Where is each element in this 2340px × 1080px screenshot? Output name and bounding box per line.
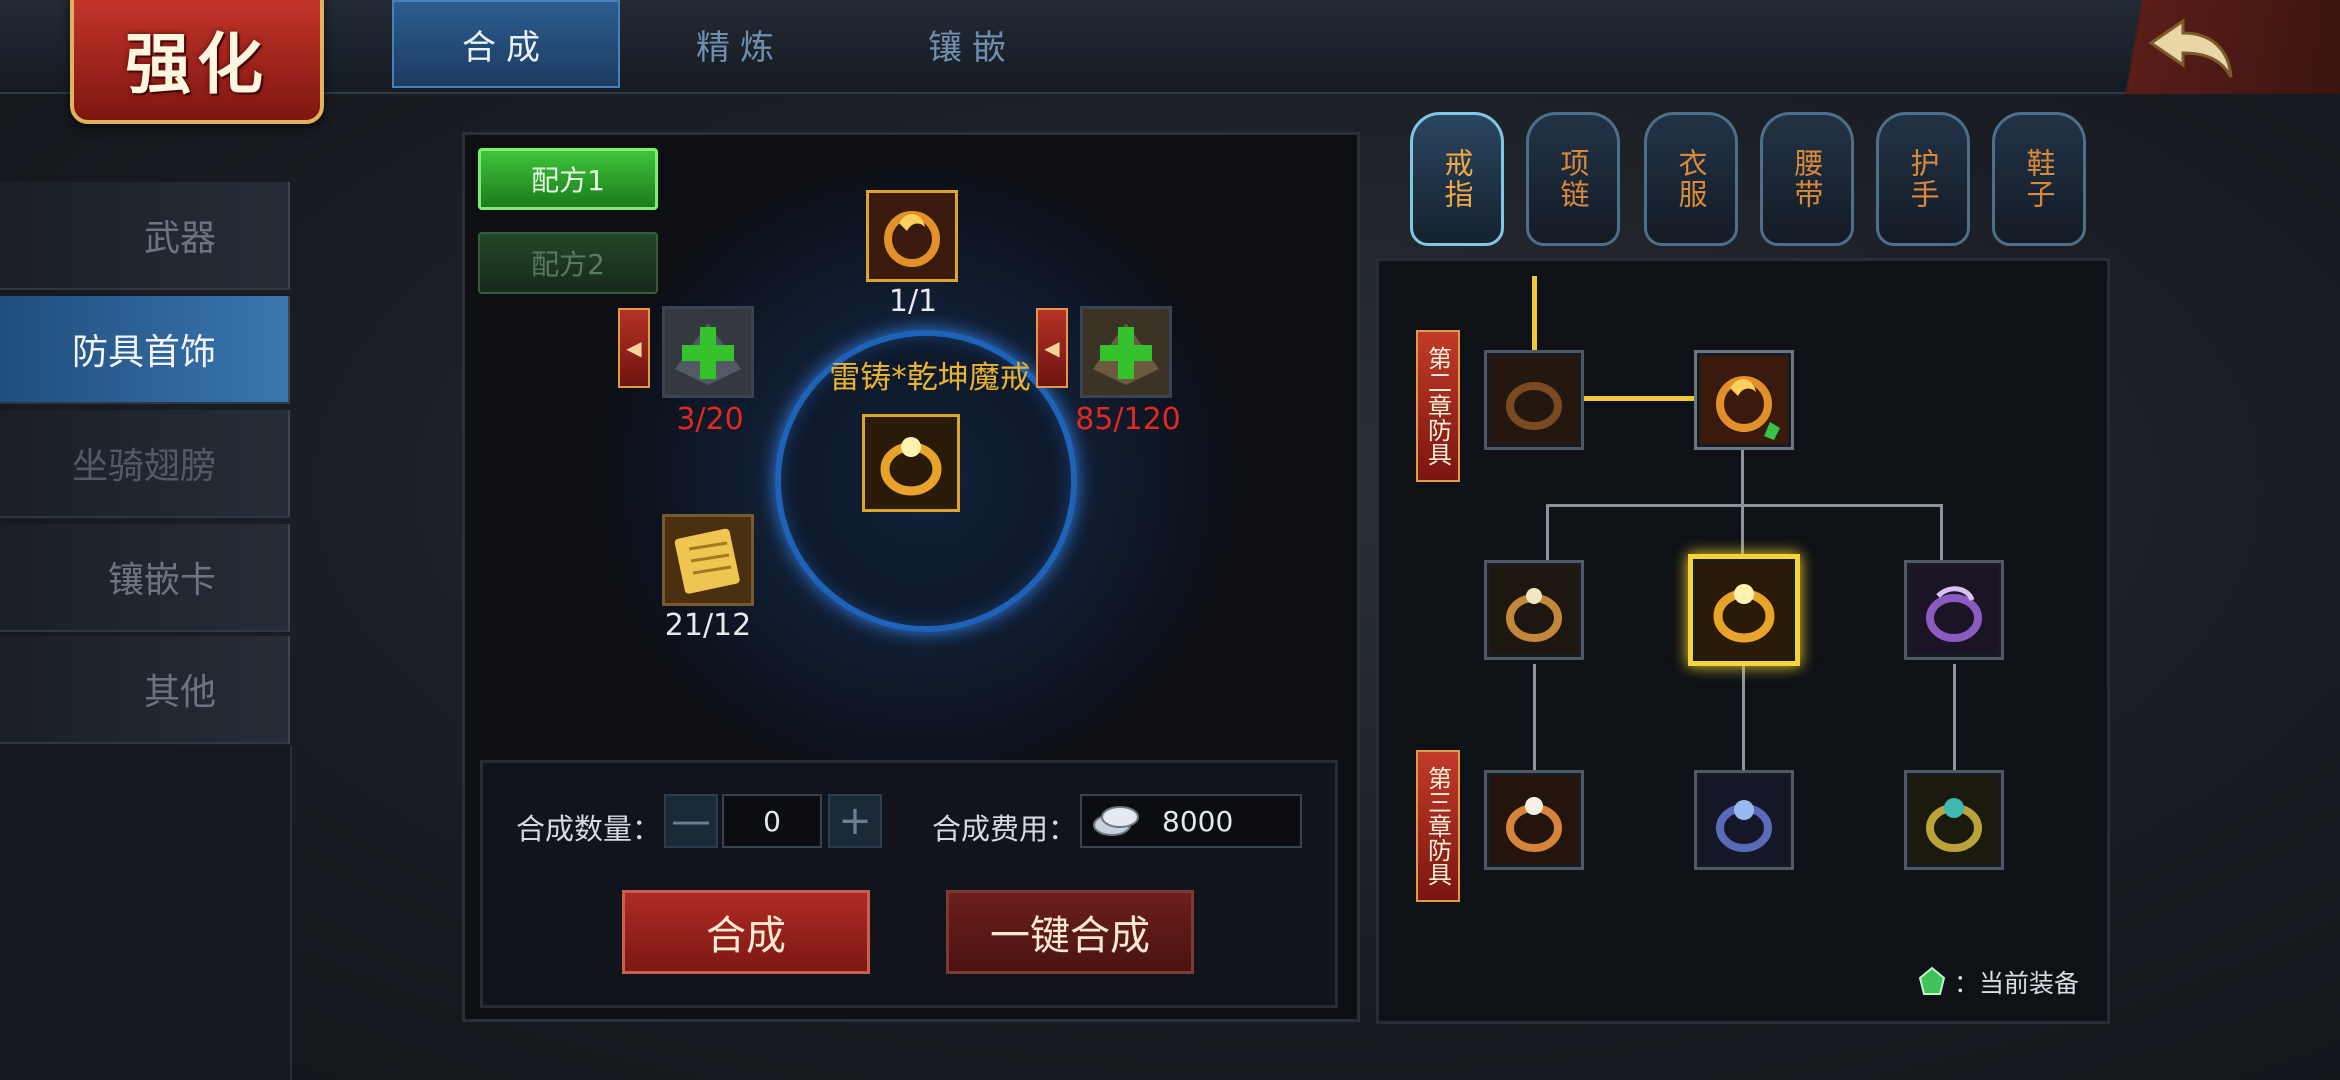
sidebar-item-mount-wings[interactable]: 坐骑翅膀 (0, 410, 290, 518)
jewel-ring-icon (1490, 776, 1578, 864)
synthesize-label: 合成 (706, 913, 786, 959)
tree-connector (1742, 664, 1745, 770)
scroll-icon (665, 517, 751, 603)
sidebar-item-inlay-card[interactable]: 镶嵌卡 (0, 524, 290, 632)
scroll-count: 21/12 (664, 608, 752, 643)
left-material-count: 3/20 (676, 402, 744, 437)
formula-1-label: 配方1 (531, 164, 605, 197)
tree-node-ring-selected[interactable] (1688, 554, 1800, 666)
chapter-3-banner: 第三章防具 (1416, 750, 1460, 902)
sidebar-item-label: 镶嵌卡 (107, 560, 216, 601)
top-bar (0, 0, 2340, 94)
purple-ring-icon (1910, 566, 1998, 654)
category-label: 衣服 (1674, 148, 1708, 210)
fire-ring-icon (869, 193, 955, 279)
fire-ring-icon (1700, 356, 1788, 444)
quantity-input[interactable]: 0 (722, 794, 822, 848)
gold-ring-icon (865, 417, 957, 509)
category-tab-shoes[interactable]: 鞋子 (1992, 112, 2086, 246)
scroll-slot[interactable] (662, 514, 754, 606)
center-item-slot[interactable] (862, 414, 960, 512)
tree-node-ring[interactable] (1484, 350, 1584, 450)
tree-connector (1533, 664, 1536, 770)
current-equipment-gem-icon (1918, 966, 1946, 995)
tree-connector (1953, 664, 1956, 770)
chapter-2-label: 第二章防具 (1423, 346, 1452, 466)
quantity-label: 合成数量： (516, 812, 662, 846)
cost-value: 8000 (1162, 804, 1234, 838)
formula-2-button[interactable]: 配方2 (478, 232, 658, 294)
minus-icon: — (671, 798, 711, 844)
quantity-value: 0 (763, 804, 781, 838)
gold-ring-icon (1696, 562, 1792, 658)
category-label: 戒指 (1440, 148, 1474, 210)
category-label: 护手 (1906, 148, 1940, 210)
tab-refine-label: 精炼 (696, 27, 784, 68)
category-tab-gloves[interactable]: 护手 (1876, 112, 1970, 246)
tab-refine[interactable]: 精炼 (626, 0, 854, 88)
back-button[interactable] (2138, 8, 2248, 88)
category-label: 鞋子 (2022, 148, 2056, 210)
tree-connector (1940, 504, 1943, 562)
legend-label: ：当前装备 (1954, 969, 2080, 998)
sidebar-item-other[interactable]: 其他 (0, 636, 290, 744)
target-item-slot[interactable] (866, 190, 958, 282)
sidebar-item-label: 其他 (143, 672, 216, 713)
target-item-name: 雷铸*乾坤魔戒 (829, 360, 1031, 396)
left-material-slot[interactable] (662, 306, 754, 398)
category-label: 项链 (1556, 148, 1590, 210)
quantity-increase-button[interactable]: + (828, 794, 882, 848)
blue-ring-icon (1700, 776, 1788, 864)
tree-node-ring[interactable] (1904, 560, 2004, 660)
category-tab-clothes[interactable]: 衣服 (1644, 112, 1738, 246)
quantity-decrease-button[interactable]: — (664, 794, 718, 848)
tab-inlay-label: 镶嵌 (928, 27, 1016, 68)
add-material-icon (675, 323, 741, 385)
tree-node-ring[interactable] (1694, 770, 1794, 870)
category-tab-belt[interactable]: 腰带 (1760, 112, 1854, 246)
tree-node-ring[interactable] (1484, 560, 1584, 660)
page-title: 强化 (125, 25, 269, 103)
category-label: 腰带 (1790, 148, 1824, 210)
page-title-plaque: 强化 (70, 0, 324, 124)
plus-icon: + (838, 798, 872, 844)
sidebar-item-label: 坐骑翅膀 (71, 446, 216, 487)
formula-2-label: 配方2 (531, 248, 605, 281)
tree-node-ring[interactable] (1904, 770, 2004, 870)
cost-display: 8000 (1080, 794, 1302, 848)
sidebar-item-weapon[interactable]: 武器 (0, 182, 290, 290)
category-tab-ring[interactable]: 戒指 (1410, 112, 1504, 246)
chapter-2-banner: 第二章防具 (1416, 330, 1460, 482)
sidebar-item-label: 武器 (143, 218, 216, 259)
sidebar-filler (0, 746, 292, 1080)
sidebar-item-label: 防具首饰 (71, 332, 216, 373)
tree-connector (1532, 276, 1537, 352)
tree-connector (1584, 396, 1694, 401)
one-key-synthesize-button[interactable]: 一键合成 (946, 890, 1194, 974)
sparkle-ring-icon (1490, 566, 1578, 654)
legend: ：当前装备 (1916, 964, 2079, 1000)
dark-ring-icon (1490, 356, 1578, 444)
tree-connector (1546, 504, 1549, 562)
tree-node-ring[interactable] (1484, 770, 1584, 870)
chevron-left-icon: ◀ (626, 336, 642, 360)
tab-synthesis-label: 合成 (462, 27, 550, 68)
chapter-3-label: 第三章防具 (1423, 766, 1452, 886)
cost-label: 合成费用： (932, 812, 1078, 846)
tree-node-ring[interactable] (1694, 350, 1794, 450)
formula-1-button[interactable]: 配方1 (478, 148, 658, 210)
synthesize-button[interactable]: 合成 (622, 890, 870, 974)
one-key-synthesize-label: 一键合成 (990, 913, 1150, 959)
tree-connector (1546, 504, 1942, 507)
target-item-count: 1/1 (888, 284, 938, 319)
sidebar-item-armor-accessory[interactable]: 防具首饰 (0, 296, 290, 404)
undo-arrow-icon (2148, 18, 2233, 78)
left-material-arrow[interactable]: ◀ (618, 308, 650, 388)
emerald-ring-icon (1910, 776, 1998, 864)
tab-inlay[interactable]: 镶嵌 (858, 0, 1086, 88)
right-material-count: 85/120 (1075, 402, 1181, 437)
category-tab-necklace[interactable]: 项链 (1526, 112, 1620, 246)
tab-synthesis[interactable]: 合成 (392, 0, 620, 88)
silver-coin-icon (1093, 806, 1139, 836)
